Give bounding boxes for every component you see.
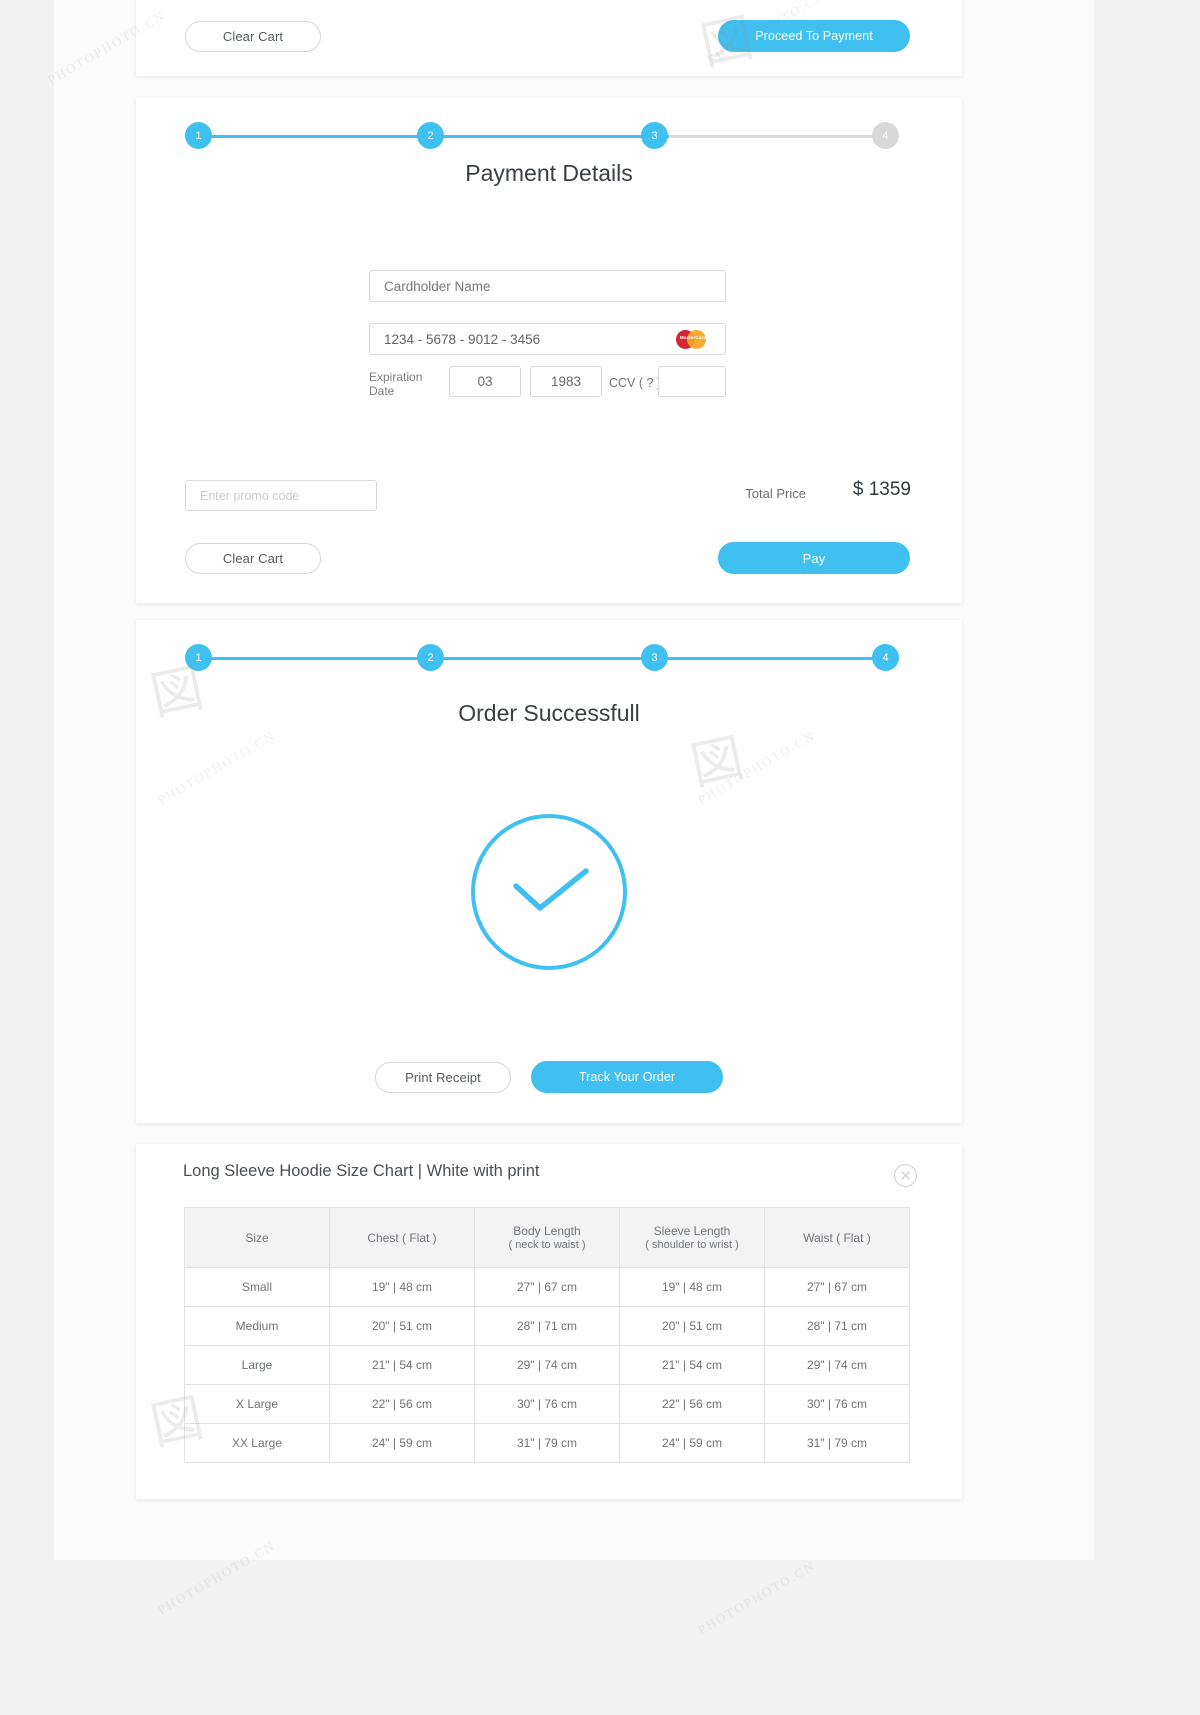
size-chart-title: Long Sleeve Hoodie Size Chart | White wi… xyxy=(183,1162,540,1180)
col-body-length-label: Body Length xyxy=(513,1223,581,1238)
col-waist: Waist ( Flat ) xyxy=(764,1207,910,1268)
cell-waist: 28" | 71 cm xyxy=(764,1306,910,1346)
expiration-month-input[interactable]: 03 xyxy=(449,366,521,397)
cell-body-length: 31" | 79 cm xyxy=(474,1423,620,1463)
col-chest: Chest ( Flat ) xyxy=(329,1207,475,1268)
cell-body-length: 30" | 76 cm xyxy=(474,1384,620,1424)
pay-button[interactable]: Pay xyxy=(718,542,910,574)
total-price-value: $ 1359 xyxy=(852,479,911,500)
step-2[interactable]: 2 xyxy=(417,644,444,671)
order-success-card: 1 2 3 4 Order Successfull Print Receipt … xyxy=(136,620,962,1123)
col-body-length: Body Length ( neck to waist ) xyxy=(474,1207,620,1268)
cell-sleeve-length: 22" | 56 cm xyxy=(619,1384,765,1424)
total-price-label: Total Price xyxy=(745,486,806,501)
print-receipt-button[interactable]: Print Receipt xyxy=(375,1062,511,1093)
check-circle-icon xyxy=(471,814,627,970)
cell-chest: 21" | 54 cm xyxy=(329,1345,475,1385)
col-chest-label: Chest ( Flat ) xyxy=(367,1230,437,1245)
cell-waist: 31" | 79 cm xyxy=(764,1423,910,1463)
cell-waist: 29" | 74 cm xyxy=(764,1345,910,1385)
ccv-input[interactable] xyxy=(658,366,726,397)
step-1[interactable]: 1 xyxy=(185,644,212,671)
proceed-to-payment-button[interactable]: Proceed To Payment xyxy=(718,20,910,52)
step-4[interactable]: 4 xyxy=(872,122,899,149)
mastercard-icon: MasterCard xyxy=(676,328,711,350)
cell-body-length: 29" | 74 cm xyxy=(474,1345,620,1385)
track-your-order-button[interactable]: Track Your Order xyxy=(531,1061,723,1093)
stepper-progress xyxy=(199,657,899,660)
cell-chest: 22" | 56 cm xyxy=(329,1384,475,1424)
ccv-label: CCV ( ? ) xyxy=(609,376,662,390)
payment-details-card: 1 2 3 4 Payment Details Cardholder Name … xyxy=(136,98,962,603)
table-row: Small 19" | 48 cm 27" | 67 cm 19" | 48 c… xyxy=(184,1267,910,1307)
cell-sleeve-length: 24" | 59 cm xyxy=(619,1423,765,1463)
cell-chest: 19" | 48 cm xyxy=(329,1267,475,1307)
expiration-year-input[interactable]: 1983 xyxy=(530,366,602,397)
mastercard-label: MasterCard xyxy=(680,335,707,340)
close-x-glyph xyxy=(900,1170,910,1180)
col-body-length-sub: ( neck to waist ) xyxy=(508,1238,586,1251)
cell-sleeve-length: 19" | 48 cm xyxy=(619,1267,765,1307)
cell-body-length: 27" | 67 cm xyxy=(474,1267,620,1307)
check-mark-icon xyxy=(513,868,589,911)
clear-cart-button[interactable]: Clear Cart xyxy=(185,543,321,574)
table-row: Large 21" | 54 cm 29" | 74 cm 21" | 54 c… xyxy=(184,1345,910,1385)
checkout-stepper-payment: 1 2 3 4 xyxy=(185,122,913,150)
table-row: Medium 20" | 51 cm 28" | 71 cm 20" | 51 … xyxy=(184,1306,910,1346)
close-icon[interactable] xyxy=(894,1164,917,1187)
payment-title: Payment Details xyxy=(465,160,633,186)
cell-size: Large xyxy=(184,1345,330,1385)
cell-size: X Large xyxy=(184,1384,330,1424)
col-size-label: Size xyxy=(245,1230,269,1245)
expiration-date-label: Expiration Date xyxy=(369,370,423,398)
promo-code-input[interactable]: Enter promo code xyxy=(185,480,377,511)
checkout-stepper-success: 1 2 3 4 xyxy=(185,644,913,672)
step-2[interactable]: 2 xyxy=(417,122,444,149)
table-row: XX Large 24" | 59 cm 31" | 79 cm 24" | 5… xyxy=(184,1423,910,1463)
col-sleeve-length-sub: ( shoulder to wrist ) xyxy=(645,1238,739,1251)
table-header-row: Size Chest ( Flat ) Body Length ( neck t… xyxy=(184,1207,910,1268)
cell-size: Small xyxy=(184,1267,330,1307)
cell-body-length: 28" | 71 cm xyxy=(474,1306,620,1346)
step-1[interactable]: 1 xyxy=(185,122,212,149)
cell-waist: 30" | 76 cm xyxy=(764,1384,910,1424)
card-number-input[interactable]: 1234 - 5678 - 9012 - 3456 MasterCard xyxy=(369,323,726,355)
size-chart-table: Size Chest ( Flat ) Body Length ( neck t… xyxy=(184,1207,910,1463)
clear-cart-button[interactable]: Clear Cart xyxy=(185,21,321,52)
cart-footer-card: Clear Cart Proceed To Payment xyxy=(136,0,962,76)
page-root: Clear Cart Proceed To Payment 1 2 3 4 Pa… xyxy=(0,0,1200,1715)
watermark-text: PHOTOPHOTO.CN xyxy=(694,1557,819,1638)
cardholder-name-input[interactable]: Cardholder Name xyxy=(369,270,726,302)
col-sleeve-length: Sleeve Length ( shoulder to wrist ) xyxy=(619,1207,765,1268)
table-row: X Large 22" | 56 cm 30" | 76 cm 22" | 56… xyxy=(184,1384,910,1424)
order-success-title: Order Successfull xyxy=(458,700,640,726)
cell-size: XX Large xyxy=(184,1423,330,1463)
size-chart-card: Long Sleeve Hoodie Size Chart | White wi… xyxy=(136,1144,962,1499)
step-3[interactable]: 3 xyxy=(641,644,668,671)
step-4[interactable]: 4 xyxy=(872,644,899,671)
col-size: Size xyxy=(184,1207,330,1268)
cell-sleeve-length: 20" | 51 cm xyxy=(619,1306,765,1346)
col-waist-label: Waist ( Flat ) xyxy=(803,1230,871,1245)
card-number-value: 1234 - 5678 - 9012 - 3456 xyxy=(384,331,541,347)
cell-size: Medium xyxy=(184,1306,330,1346)
col-sleeve-length-label: Sleeve Length xyxy=(653,1223,731,1238)
cell-chest: 20" | 51 cm xyxy=(329,1306,475,1346)
cell-sleeve-length: 21" | 54 cm xyxy=(619,1345,765,1385)
table-body: Small 19" | 48 cm 27" | 67 cm 19" | 48 c… xyxy=(184,1267,910,1463)
cell-waist: 27" | 67 cm xyxy=(764,1267,910,1307)
step-3[interactable]: 3 xyxy=(641,122,668,149)
cell-chest: 24" | 59 cm xyxy=(329,1423,475,1463)
